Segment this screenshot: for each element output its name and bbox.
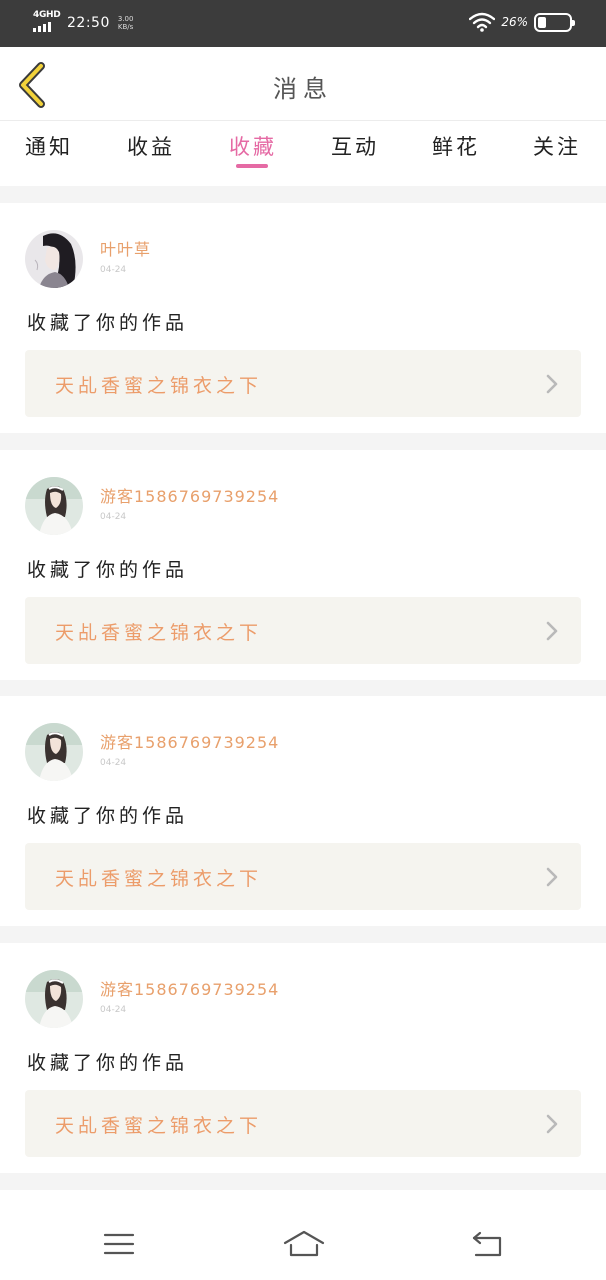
tab-notifications[interactable]: 通知 [9, 131, 89, 161]
tab-flowers[interactable]: 鲜花 [416, 131, 496, 161]
notification-card: 游客1586769739254 04-24 收藏了你的作品 天乩香蜜之锦衣之下 [0, 450, 606, 680]
work-link-button[interactable]: 天乩香蜜之锦衣之下 [25, 1090, 581, 1157]
system-navigation-bar [0, 1190, 606, 1280]
notification-card: 叶叶草 04-24 收藏了你的作品 天乩香蜜之锦衣之下 [0, 203, 606, 433]
work-title: 天乩香蜜之锦衣之下 [55, 622, 263, 644]
network-type: 4GHD [33, 10, 61, 20]
chevron-right-icon [546, 621, 558, 641]
return-icon[interactable] [466, 1228, 510, 1260]
notification-date: 04-24 [100, 265, 127, 275]
home-icon[interactable] [282, 1228, 326, 1260]
app-header: 消息 [0, 47, 606, 121]
cellular-signal-icon: 4GHD [33, 10, 63, 34]
chevron-right-icon [546, 867, 558, 887]
status-time: 22:50 [67, 15, 110, 31]
avatar[interactable] [25, 970, 83, 1028]
notification-text: 收藏了你的作品 [27, 805, 189, 827]
work-link-button[interactable]: 天乩香蜜之锦衣之下 [25, 350, 581, 417]
wifi-icon [469, 12, 496, 32]
tab-interactions[interactable]: 互动 [315, 131, 395, 161]
page-title: 消息 [273, 75, 333, 103]
work-title: 天乩香蜜之锦衣之下 [55, 375, 263, 397]
notification-text: 收藏了你的作品 [27, 312, 189, 334]
notification-card: 游客1586769739254 04-24 收藏了你的作品 天乩香蜜之锦衣之下 [0, 696, 606, 926]
avatar[interactable] [25, 723, 83, 781]
avatar[interactable] [25, 477, 83, 535]
battery-icon [534, 12, 575, 32]
avatar[interactable] [25, 230, 83, 288]
notification-text: 收藏了你的作品 [27, 559, 189, 581]
tab-earnings[interactable]: 收益 [111, 131, 191, 161]
notification-card: 游客1586769739254 04-24 收藏了你的作品 天乩香蜜之锦衣之下 [0, 943, 606, 1173]
username[interactable]: 游客1586769739254 [100, 976, 279, 1000]
work-link-button[interactable]: 天乩香蜜之锦衣之下 [25, 843, 581, 910]
chevron-right-icon [546, 374, 558, 394]
work-title: 天乩香蜜之锦衣之下 [55, 1115, 263, 1137]
notification-date: 04-24 [100, 758, 127, 768]
work-link-button[interactable]: 天乩香蜜之锦衣之下 [25, 597, 581, 664]
active-tab-indicator [236, 164, 268, 168]
menu-icon[interactable] [97, 1228, 141, 1260]
notification-date: 04-24 [100, 512, 127, 522]
chevron-right-icon [546, 1114, 558, 1134]
username[interactable]: 叶叶草 [100, 236, 151, 260]
username[interactable]: 游客1586769739254 [100, 483, 279, 507]
tab-follows[interactable]: 关注 [517, 131, 597, 161]
notification-text: 收藏了你的作品 [27, 1052, 189, 1074]
network-speed: 3.00 KB/s [117, 15, 134, 31]
notification-date: 04-24 [100, 1005, 127, 1015]
tab-favorites[interactable]: 收藏 [213, 131, 293, 161]
battery-percent: 26% [501, 15, 528, 29]
tab-bar: 通知 收益 收藏 互动 鲜花 关注 [0, 121, 606, 186]
username[interactable]: 游客1586769739254 [100, 729, 279, 753]
work-title: 天乩香蜜之锦衣之下 [55, 868, 263, 890]
status-bar: 4GHD 22:50 3.00 KB/s 26% [0, 0, 606, 47]
